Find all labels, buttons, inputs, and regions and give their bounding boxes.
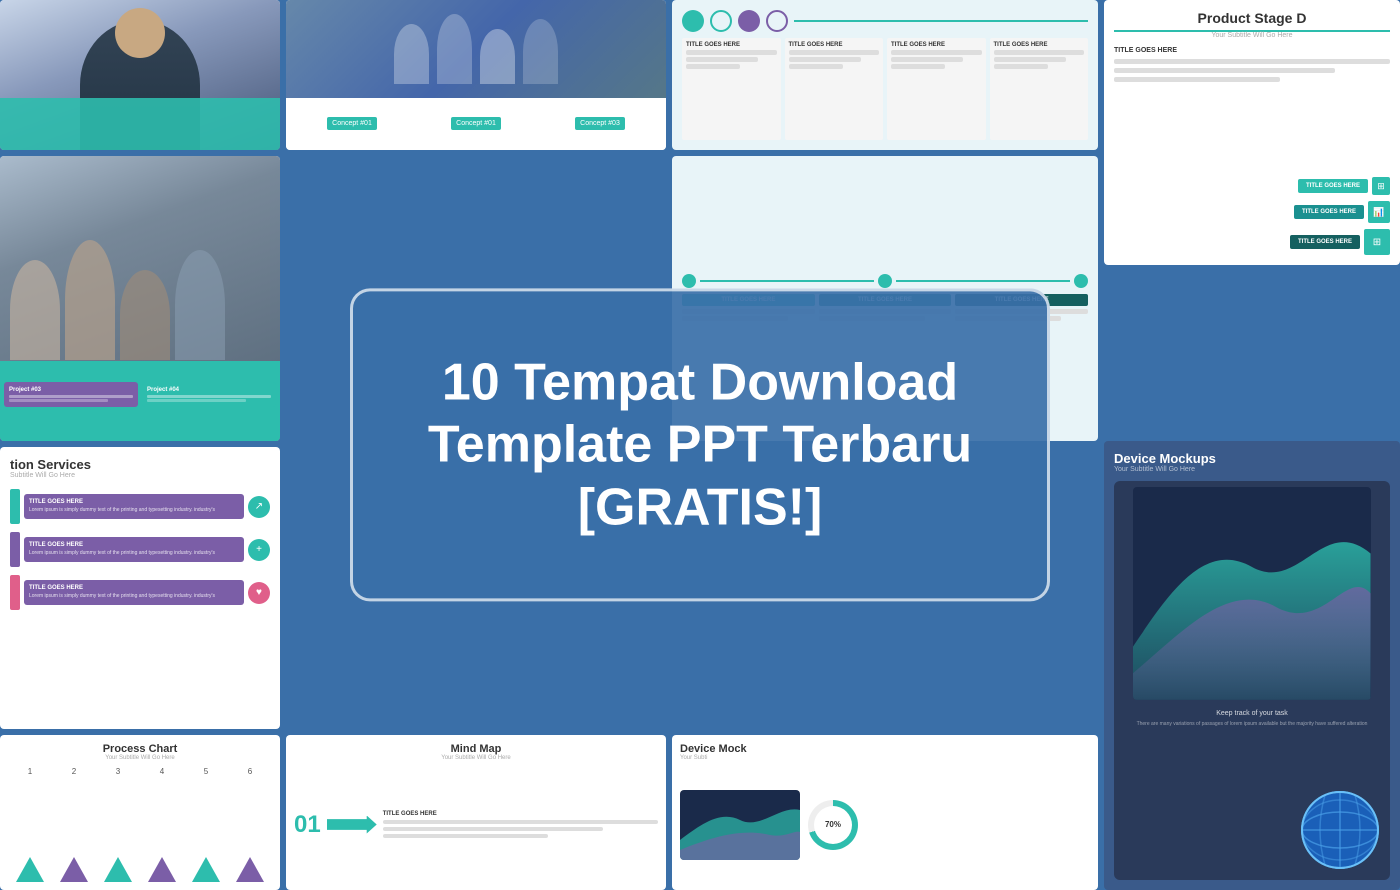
circle-progress: 70% [808, 800, 858, 850]
slide-thumb-product-stage[interactable]: Product Stage D Your Subtitle Will Go He… [1104, 0, 1400, 265]
project-04-label: Project #04 [147, 387, 271, 393]
product-stage-content-title: TITLE GOES HERE [1114, 47, 1390, 54]
slide-thumb-team-photo[interactable]: Project #03 Project #04 [0, 156, 280, 441]
device-mock3-title: Device Mock [680, 743, 1090, 755]
triangle-1 [16, 857, 44, 882]
step-num-5: 5 [204, 767, 208, 776]
service-item-3-body: Lorem ipsum is simply dummy text of the … [29, 593, 239, 600]
step-num-2: 2 [72, 767, 76, 776]
service-item-2-title: TITLE GOES HERE [29, 542, 239, 548]
mind-map-content-title: TITLE GOES HERE [383, 811, 658, 817]
product-stage-subtitle: Your Subtitle Will Go Here [1114, 32, 1390, 39]
mind-map-subtitle: Your Subtitle Will Go Here [294, 755, 658, 761]
slide-thumb-services[interactable]: tion Services Subtitle Will Go Here TITL… [0, 447, 280, 729]
service-icon-2: + [248, 539, 270, 561]
step-num-1: 1 [28, 767, 32, 776]
mind-map-arrow [327, 816, 377, 834]
title-col-4: TITLE GOES HERE [994, 42, 1085, 48]
process-chart-subtitle: Your Subtitle Will Go Here [8, 755, 272, 761]
device-caption: Keep track of your task [1216, 710, 1288, 717]
triangle-4 [148, 857, 176, 882]
step-box-3: TITLE GOES HERE [1290, 235, 1360, 249]
step-icon-2: 📊 [1368, 201, 1390, 223]
mind-map-number: 01 [294, 811, 321, 839]
service-icon-3: ♥ [248, 582, 270, 604]
slide-thumb-meeting[interactable]: Concept #01 Concept #01 Concept #03 [286, 0, 666, 150]
project-03-label: Project #03 [9, 387, 133, 393]
product-stage-title: Product Stage D [1114, 10, 1390, 32]
service-item-2-body: Lorem ipsum is simply dummy text of the … [29, 550, 239, 557]
title-col-2: TITLE GOES HERE [789, 42, 880, 48]
slide-thumb-businessman[interactable] [0, 0, 280, 150]
service-icon-1: ↗ [248, 496, 270, 518]
services-title: tion Services [10, 457, 270, 472]
triangle-2 [60, 857, 88, 882]
concept-03: Concept #03 [575, 117, 625, 130]
step-num-4: 4 [160, 767, 164, 776]
slide-thumb-device-mock3[interactable]: Device Mock Your Subti 70% [672, 735, 1098, 890]
step-num-6: 6 [248, 767, 252, 776]
globe-icon[interactable] [1300, 790, 1380, 870]
triangle-6 [236, 857, 264, 882]
mind-map-title: Mind Map [294, 743, 658, 755]
slide-thumb-mind-map[interactable]: Mind Map Your Subtitle Will Go Here 01 T… [286, 735, 666, 890]
device-body: There are many variations of passages of… [1137, 721, 1368, 728]
device-mockups-title: Device Mockups [1114, 451, 1390, 466]
service-item-3-title: TITLE GOES HERE [29, 585, 239, 591]
step-icon-1: ⊞ [1372, 177, 1390, 195]
center-overlay-card: 10 Tempat Download Template PPT Terbaru … [350, 288, 1050, 601]
device-mock3-subtitle: Your Subti [680, 755, 1090, 761]
device-mockups-subtitle: Your Subtitle Will Go Here [1114, 466, 1390, 473]
step-icon-3: ⊞ [1364, 229, 1390, 255]
triangle-5 [192, 857, 220, 882]
circle-progress-value: 70% [814, 806, 852, 844]
services-subtitle: Subtitle Will Go Here [10, 472, 270, 479]
concept-02: Concept #01 [451, 117, 501, 130]
main-title: 10 Tempat Download Template PPT Terbaru … [423, 351, 977, 538]
step-box-1: TITLE GOES HERE [1298, 179, 1368, 193]
title-col-1: TITLE GOES HERE [686, 42, 777, 48]
slide-thumb-process-steps[interactable]: TITLE GOES HERE TITLE GOES HERE TITLE GO… [672, 0, 1098, 150]
process-chart-title: Process Chart [8, 743, 272, 755]
triangle-3 [104, 857, 132, 882]
service-item-1-body: Lorem ipsum is simply dummy text of the … [29, 507, 239, 514]
title-col-3: TITLE GOES HERE [891, 42, 982, 48]
concept-01: Concept #01 [327, 117, 377, 130]
slide-thumb-process-chart[interactable]: Process Chart Your Subtitle Will Go Here… [0, 735, 280, 890]
step-box-2: TITLE GOES HERE [1294, 205, 1364, 219]
step-num-3: 3 [116, 767, 120, 776]
service-item-1-title: TITLE GOES HERE [29, 499, 239, 505]
